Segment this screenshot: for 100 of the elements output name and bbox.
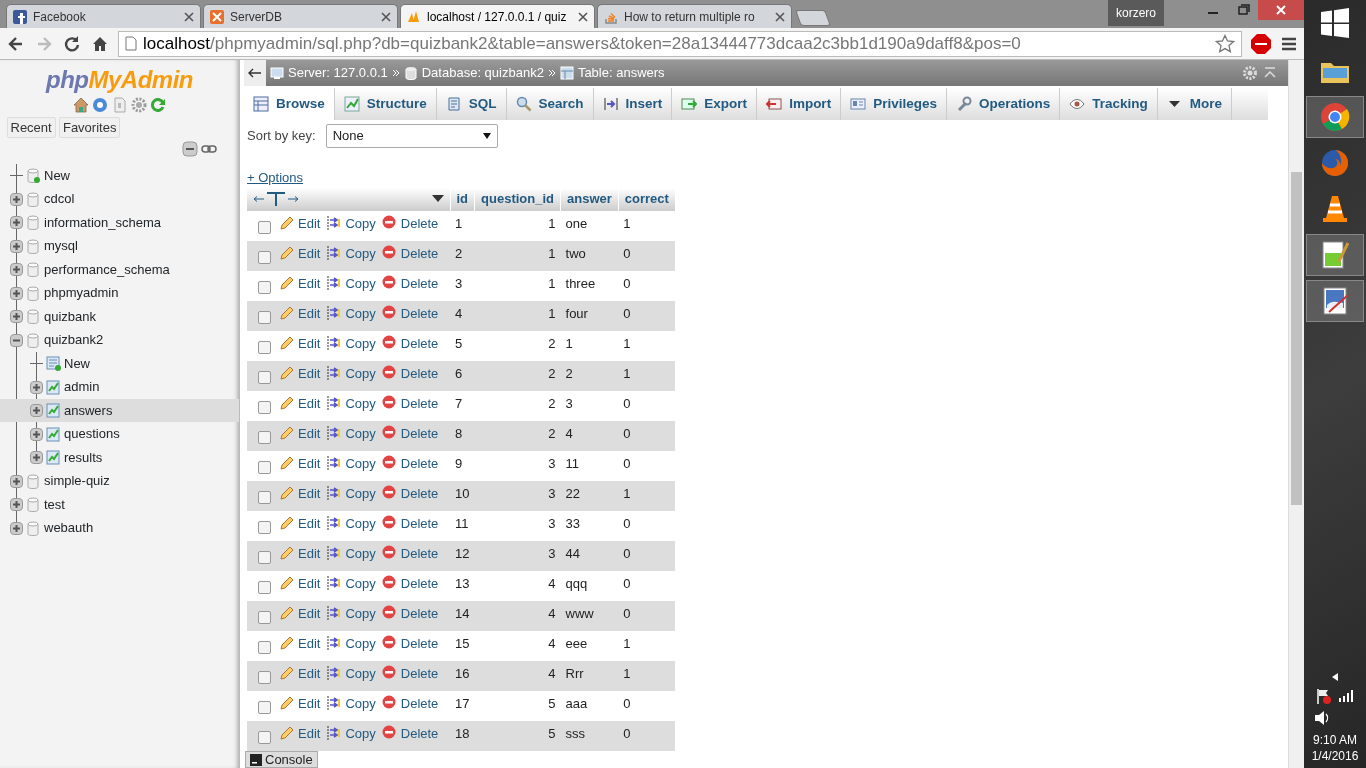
copy-link[interactable]: Copy [326, 393, 376, 413]
row-checkbox[interactable] [258, 670, 271, 684]
delete-link[interactable]: Delete [381, 453, 439, 473]
table-icon[interactable] [46, 450, 61, 465]
delete-link[interactable]: Delete [381, 693, 439, 713]
copy-link[interactable]: Copy [326, 603, 376, 623]
tree-item[interactable]: quizbank [44, 306, 97, 327]
tree-item[interactable]: admin [64, 377, 100, 397]
column-header[interactable]: answer [560, 187, 619, 211]
copy-link[interactable]: Copy [326, 363, 376, 383]
tab[interactable]: Insert [593, 88, 673, 120]
copy-link[interactable]: Copy [326, 663, 376, 683]
edit-link[interactable]: Edit [279, 453, 321, 473]
row-checkbox[interactable] [258, 490, 271, 504]
row-checkbox[interactable] [258, 370, 271, 384]
collapse-sidebar-icon[interactable] [244, 60, 266, 86]
delete-link[interactable]: Delete [381, 333, 439, 353]
delete-link[interactable]: Delete [381, 663, 439, 683]
edit-link[interactable]: Edit [279, 393, 321, 413]
resize-columns-icon[interactable] [253, 191, 299, 207]
breadcrumb-link[interactable]: Server: 127.0.0.1 [288, 63, 388, 83]
delete-link[interactable]: Delete [381, 633, 439, 653]
expand-icon[interactable] [10, 263, 23, 276]
expand-icon[interactable] [30, 404, 43, 417]
column-header[interactable]: question_id [474, 187, 561, 211]
delete-link[interactable]: Delete [381, 303, 439, 323]
row-checkbox[interactable] [258, 610, 271, 624]
delete-link[interactable]: Delete [381, 513, 439, 533]
edit-link[interactable]: Edit [279, 723, 321, 743]
copy-link[interactable]: Copy [326, 243, 376, 263]
copy-link[interactable]: Copy [326, 453, 376, 473]
row-checkbox[interactable] [258, 640, 271, 654]
edit-link[interactable]: Edit [279, 363, 321, 383]
tab[interactable]: Export [672, 88, 758, 120]
row-checkbox[interactable] [258, 520, 271, 534]
row-checkbox[interactable] [258, 310, 271, 324]
row-checkbox[interactable] [258, 460, 271, 474]
delete-link[interactable]: Delete [381, 213, 439, 233]
help-icon[interactable] [92, 97, 109, 114]
tree-item[interactable]: answers [64, 400, 113, 421]
browser-tab[interactable]: localhost / 127.0.0.1 / quiz [400, 4, 595, 28]
tree-item[interactable]: quizbank2 [44, 330, 104, 350]
dropdown-icon[interactable] [431, 195, 444, 203]
edit-link[interactable]: Edit [279, 633, 321, 653]
column-header[interactable]: correct [618, 187, 676, 211]
expand-icon[interactable] [10, 310, 23, 323]
expand-icon[interactable] [10, 521, 23, 535]
tree-item[interactable]: mysql [44, 236, 78, 256]
sort-select[interactable]: None [325, 124, 498, 148]
close-icon[interactable] [578, 11, 588, 22]
expand-icon[interactable] [10, 216, 23, 229]
edit-link[interactable]: Edit [279, 483, 321, 503]
collapse-all-icon[interactable] [181, 141, 198, 158]
edit-link[interactable]: Edit [279, 573, 321, 593]
signal-icon[interactable] [1338, 688, 1355, 702]
tab[interactable]: Privileges [841, 88, 947, 120]
refresh-icon[interactable] [150, 97, 166, 114]
tab[interactable]: More [1157, 88, 1232, 120]
copy-link[interactable]: Copy [326, 543, 376, 563]
new-item[interactable]: New [44, 165, 70, 186]
sidebar-button[interactable]: Recent [6, 116, 56, 138]
delete-link[interactable]: Delete [381, 273, 439, 293]
new-tab-button[interactable] [795, 10, 831, 26]
copy-link[interactable]: Copy [326, 513, 376, 533]
tab[interactable]: Browse [244, 88, 335, 120]
close-icon[interactable] [381, 11, 391, 22]
tab[interactable]: Search [506, 88, 594, 120]
profile-name[interactable]: korzero [1108, 0, 1164, 26]
tab[interactable]: Operations [946, 88, 1061, 120]
new-table-icon[interactable] [46, 356, 61, 371]
expand-icon[interactable] [10, 286, 23, 300]
row-checkbox[interactable] [258, 340, 271, 354]
tree-item[interactable]: webauth [44, 518, 94, 538]
tab[interactable]: Tracking [1060, 88, 1158, 120]
edit-link[interactable]: Edit [279, 273, 321, 293]
star-icon[interactable] [1215, 33, 1235, 54]
breadcrumb-link[interactable]: Database: quizbank2 [421, 63, 544, 83]
column-header[interactable]: id [450, 187, 475, 211]
copy-link[interactable]: Copy [326, 693, 376, 713]
copy-link[interactable]: Copy [326, 723, 376, 743]
expand-icon[interactable] [30, 451, 43, 464]
show-hidden-icon[interactable] [1331, 671, 1339, 682]
delete-link[interactable]: Delete [381, 603, 439, 623]
row-checkbox[interactable] [258, 550, 271, 564]
flag-icon[interactable] [1315, 688, 1332, 704]
delete-link[interactable]: Delete [381, 543, 439, 563]
sidebar-button[interactable]: Favorites [58, 116, 121, 138]
edit-link[interactable]: Edit [279, 213, 321, 233]
expand-icon[interactable] [10, 474, 23, 488]
close-icon[interactable] [1258, 0, 1304, 20]
collapse-icon[interactable] [10, 333, 23, 347]
row-checkbox[interactable] [258, 400, 271, 414]
edit-link[interactable]: Edit [279, 543, 321, 563]
copy-link[interactable]: Copy [326, 303, 376, 323]
tree-item[interactable]: cdcol [44, 189, 75, 209]
tab[interactable]: SQL [436, 88, 507, 120]
tree-item[interactable]: performance_schema [44, 259, 170, 280]
taskbar-app[interactable] [1306, 280, 1364, 322]
copy-link[interactable]: Copy [326, 273, 376, 293]
edit-link[interactable]: Edit [279, 513, 321, 533]
